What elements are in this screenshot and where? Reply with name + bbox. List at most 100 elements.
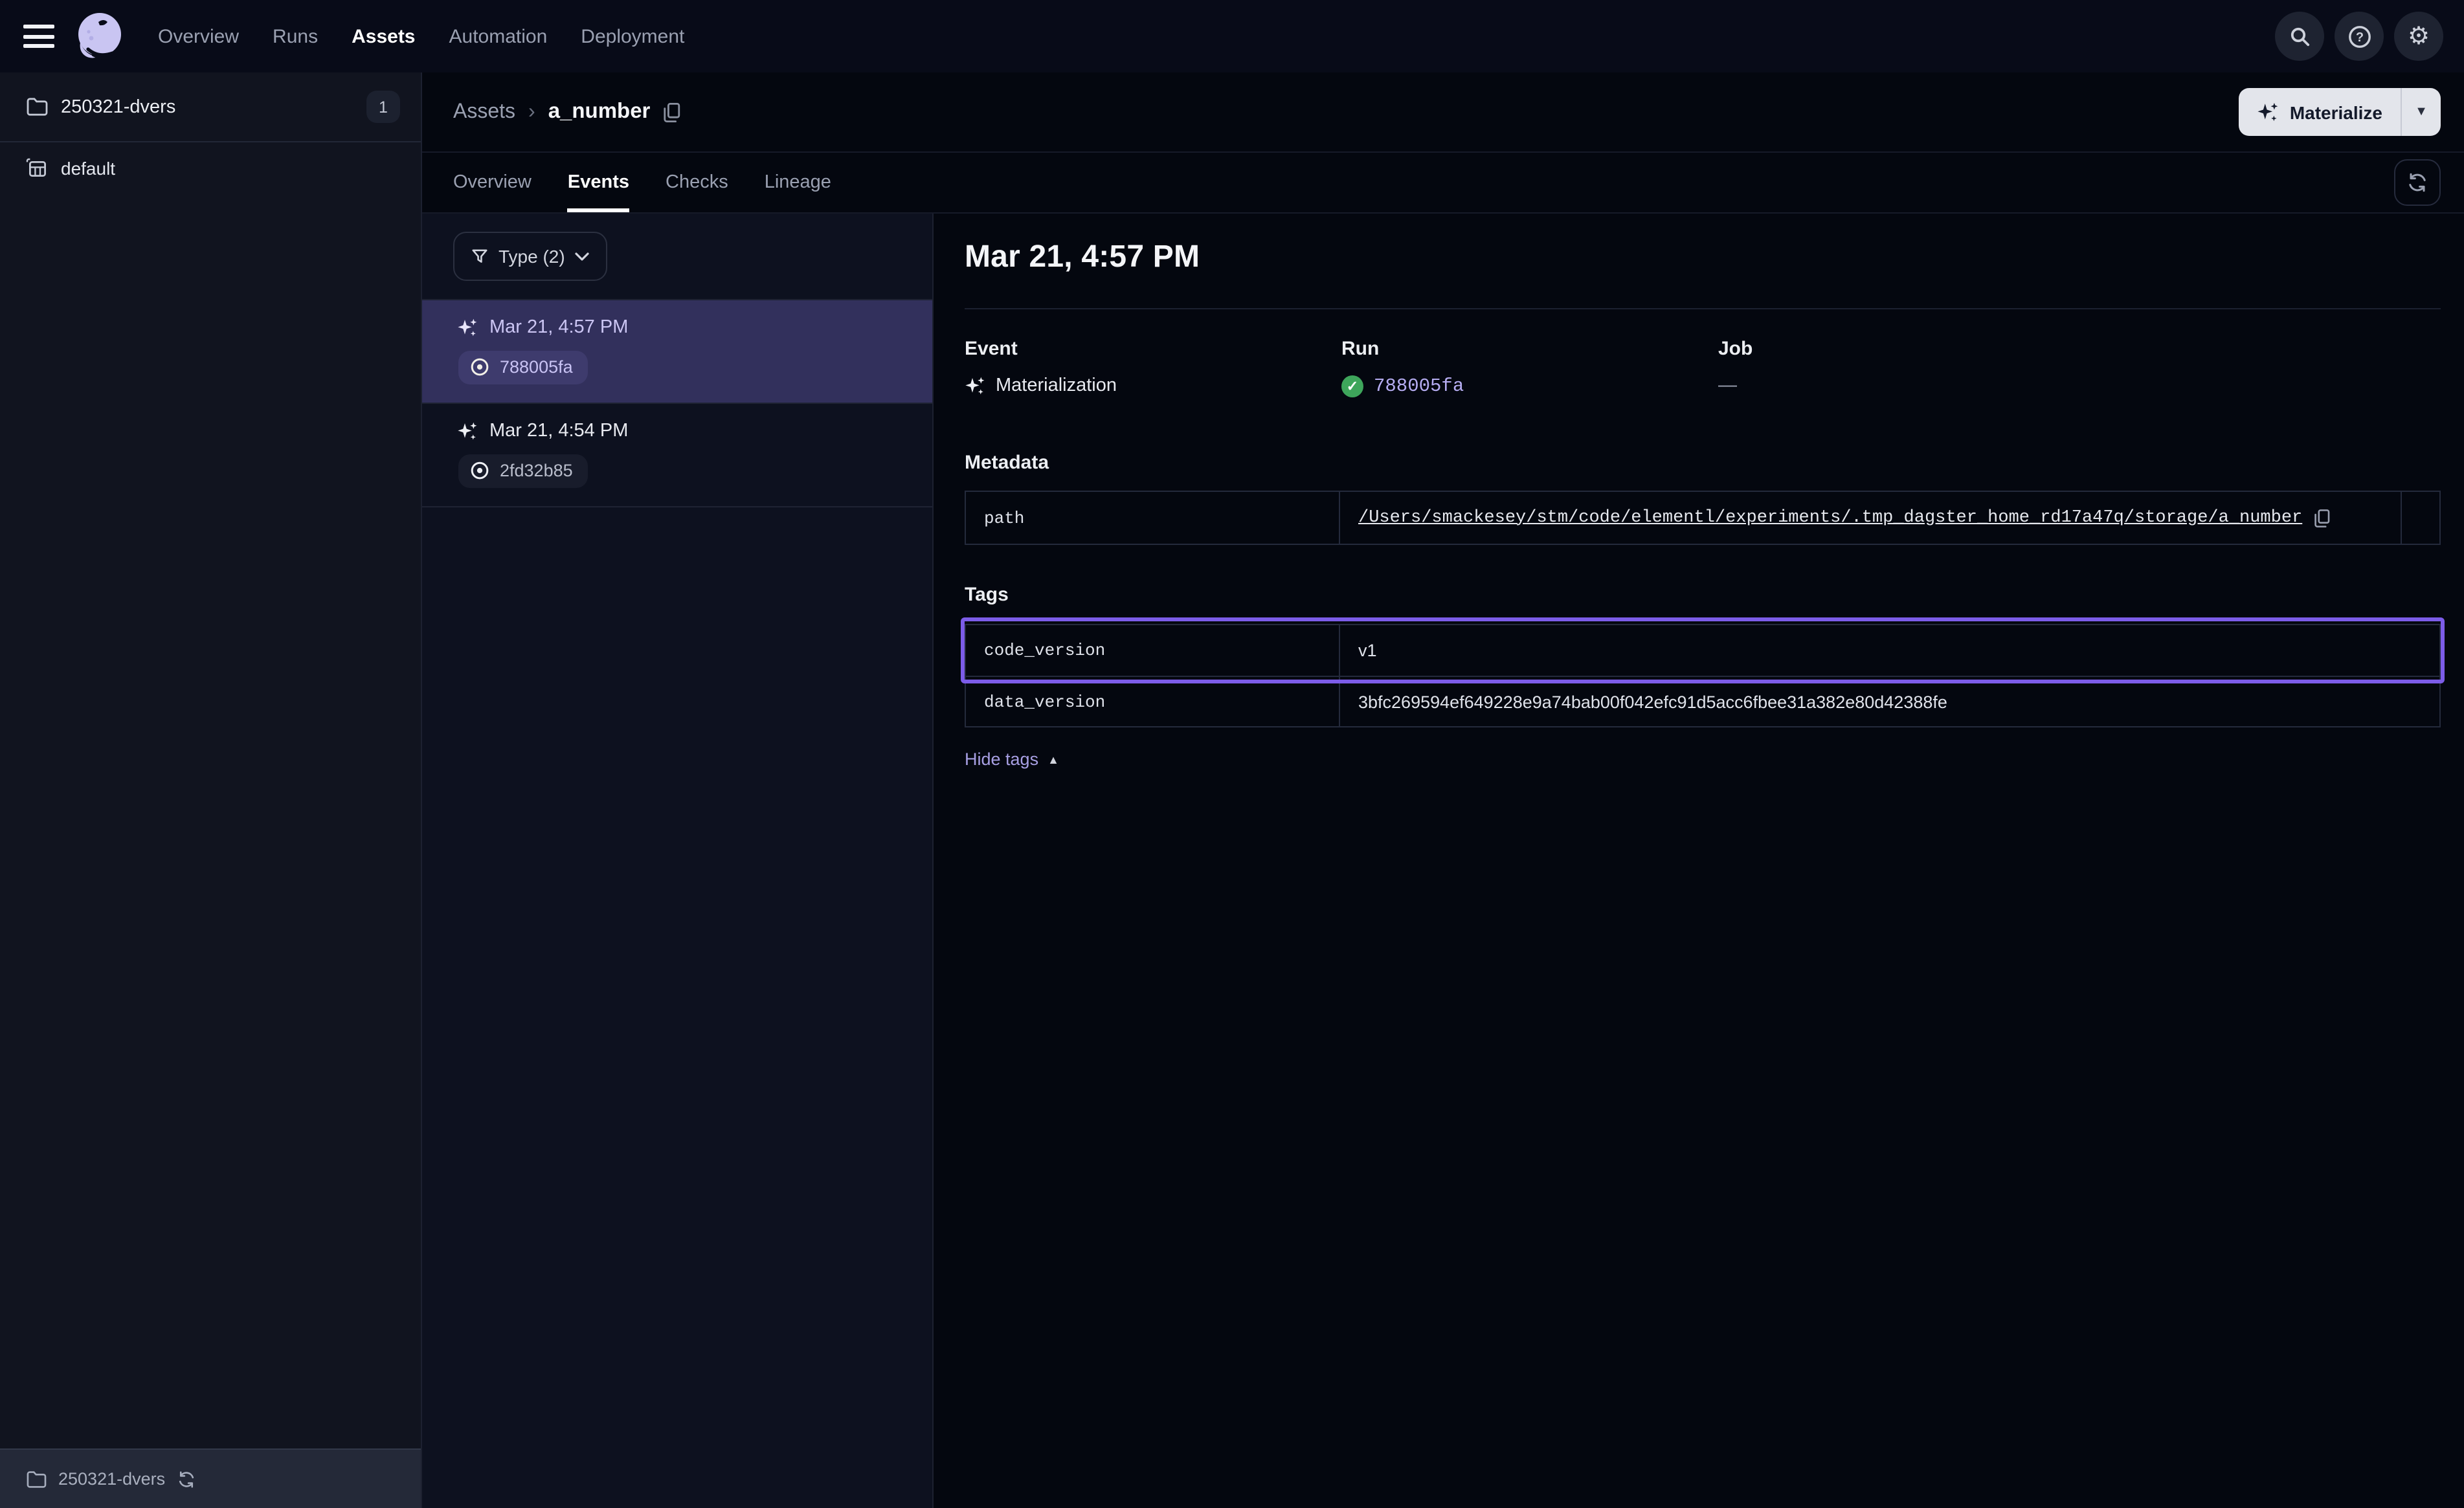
help-icon: ? [2347,24,2371,49]
tab-events[interactable]: Events [568,153,629,212]
metadata-action-cell [2401,492,2439,544]
event-list-item[interactable]: Mar 21, 4:57 PM 788005fa [422,300,932,404]
run-id-chip[interactable]: 788005fa [458,351,588,384]
type-filter-label: Type (2) [498,246,565,267]
sparkles-icon [2257,101,2279,123]
tag-key: code_version [966,625,1339,676]
svg-text:?: ? [2355,30,2363,44]
sidebar-item-label: default [61,158,115,179]
divider [965,308,2441,309]
asset-count-badge: 1 [366,91,400,123]
caret-up-icon: ▲ [1047,753,1059,766]
asset-tabs: Overview Events Checks Lineage [422,153,2464,214]
run-success-icon: ✓ [1341,375,1363,397]
materialize-label: Materialize [2290,102,2382,122]
gear-icon: ⚙ [2408,24,2430,49]
copy-icon [663,102,681,122]
reload-icon [177,1470,195,1488]
tag-row-data-version: data_version 3bfc269594ef649228e9a74bab0… [966,676,2439,726]
nav-actions: ? ⚙ [2275,12,2443,61]
nav-item-overview[interactable]: Overview [158,25,239,47]
tag-key: data_version [966,676,1339,726]
folder-icon [26,1470,47,1488]
breadcrumb-assets-link[interactable]: Assets [453,100,515,124]
tags-table: code_version v1 data_version 3bfc269594e… [965,624,2441,727]
materialize-dropdown-button[interactable]: ▼ [2402,88,2441,136]
tab-checks[interactable]: Checks [666,153,728,212]
tab-lineage[interactable]: Lineage [765,153,831,212]
sidebar-item-default[interactable]: default [0,142,421,194]
nav-item-deployment[interactable]: Deployment [581,25,684,47]
asset-detail-page: Assets › a_number Materialize ▼ [422,72,2464,1508]
run-column-label: Run [1341,338,1718,360]
event-list-item[interactable]: Mar 21, 4:54 PM 2fd32b85 [422,404,932,507]
sidebar-group-label: 250321-dvers [61,96,353,117]
event-summary-columns: Event Materialization Run ✓ 788005fa [965,338,2441,397]
tab-overview[interactable]: Overview [453,153,532,212]
run-link[interactable]: 788005fa [1374,376,1464,397]
materialize-button-main[interactable]: Materialize [2239,88,2401,136]
type-filter-dropdown[interactable]: Type (2) [453,232,608,281]
metadata-path-link[interactable]: /Users/smackesey/stm/code/elementl/exper… [1358,508,2302,527]
primary-nav: Overview Runs Assets Automation Deployme… [158,25,684,47]
event-timestamp: Mar 21, 4:54 PM [489,421,628,441]
run-id-text: 2fd32b85 [500,461,573,480]
run-id-chip[interactable]: 2fd32b85 [458,454,588,488]
caret-down-icon: ▼ [2415,105,2428,119]
hide-tags-label: Hide tags [965,749,1038,769]
asset-group-grid-icon [26,158,48,179]
menu-icon[interactable] [23,25,54,48]
sidebar-item-250321-dvers[interactable]: 250321-dvers 1 [0,72,421,142]
dagster-app: Overview Runs Assets Automation Deployme… [0,0,2464,1508]
folder-icon [26,97,48,116]
dagster-logo-icon[interactable] [73,9,127,63]
nav-item-runs[interactable]: Runs [273,25,318,47]
nav-item-automation[interactable]: Automation [449,25,548,47]
job-value: — [1718,375,1737,396]
chevron-down-icon [576,252,590,261]
refresh-button[interactable] [2394,159,2441,206]
top-nav: Overview Runs Assets Automation Deployme… [0,0,2464,72]
tag-row-code-version: code_version v1 [966,625,2439,676]
tag-value: v1 [1339,625,2439,676]
materialization-sparkles-icon [457,317,478,338]
code-location-footer[interactable]: 250321-dvers [0,1448,421,1508]
event-type-value: Materialization [996,375,1117,396]
run-target-icon [470,357,489,377]
metadata-section: Metadata path /Users/smackesey/stm/code/… [965,452,2441,545]
event-column-label: Event [965,338,1341,360]
search-icon [2289,25,2311,47]
copy-path-button[interactable] [2314,508,2331,527]
metadata-heading: Metadata [965,452,2441,474]
sidebar-spacer [0,194,421,1448]
metadata-table: path /Users/smackesey/stm/code/elementl/… [965,491,2441,545]
event-list: Mar 21, 4:57 PM 788005fa Mar 21, 4:54 PM [422,299,932,507]
materialization-sparkles-icon [965,375,985,396]
metadata-key: path [966,492,1339,544]
nav-item-assets[interactable]: Assets [352,25,415,47]
tags-section: Tags code_version v1 data_version 3bfc26… [965,584,2441,771]
event-detail-title: Mar 21, 4:57 PM [965,239,2441,276]
hide-tags-toggle[interactable]: Hide tags ▲ [965,749,1059,769]
run-target-icon [470,461,489,480]
filter-funnel-icon [471,248,488,265]
run-id-text: 788005fa [500,357,573,377]
event-timestamp: Mar 21, 4:57 PM [489,317,628,338]
help-button[interactable]: ? [2335,12,2384,61]
copy-icon [2314,508,2331,527]
events-list-panel: Type (2) Mar 21, 4:57 PM 7 [422,214,934,1508]
breadcrumb: Assets › a_number [453,100,681,124]
page-header: Assets › a_number Materialize ▼ [422,72,2464,153]
copy-asset-name-button[interactable] [663,102,681,122]
tag-value: 3bfc269594ef649228e9a74bab00f042efc91d5a… [1339,676,2439,726]
breadcrumb-separator: › [528,100,535,124]
materialize-button[interactable]: Materialize ▼ [2239,88,2441,136]
settings-button[interactable]: ⚙ [2394,12,2443,61]
refresh-icon [2407,172,2428,193]
code-location-label: 250321-dvers [58,1469,165,1489]
tags-heading: Tags [965,584,2441,606]
event-detail-panel: Mar 21, 4:57 PM Event Materialization Ru… [934,214,2464,1508]
search-button[interactable] [2275,12,2324,61]
asset-groups-sidebar: 250321-dvers 1 default 250321-dvers [0,72,422,1508]
materialization-sparkles-icon [457,421,478,441]
